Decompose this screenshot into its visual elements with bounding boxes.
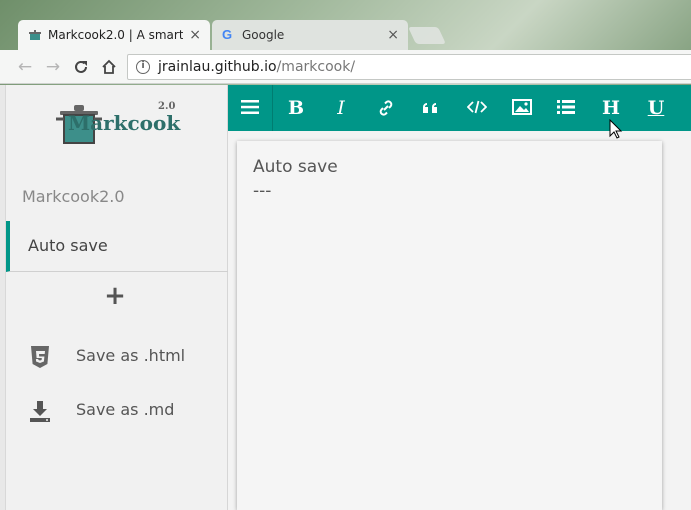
bold-button[interactable]: B bbox=[274, 85, 318, 131]
home-icon[interactable] bbox=[98, 56, 120, 78]
html5-icon bbox=[31, 346, 49, 368]
save-md-button[interactable]: Save as .md bbox=[28, 395, 228, 425]
list-button[interactable] bbox=[544, 85, 588, 131]
toolbar-separator bbox=[272, 85, 273, 131]
italic-button[interactable]: I bbox=[319, 85, 363, 131]
list-icon bbox=[557, 100, 575, 114]
url-path: /markcook/ bbox=[276, 59, 356, 75]
tab-google[interactable]: G Google × bbox=[212, 20, 408, 50]
address-bar-input[interactable]: i jrainlau.github.io/markcook/ bbox=[127, 54, 691, 80]
pot-favicon-icon bbox=[29, 30, 41, 40]
browser-toolbar: ← → i jrainlau.github.io/markcook/ bbox=[0, 50, 691, 84]
underline-button[interactable]: U bbox=[634, 85, 678, 131]
document-item-auto-save[interactable]: Auto save bbox=[6, 221, 228, 272]
save-md-label: Save as .md bbox=[76, 400, 175, 419]
quote-icon bbox=[423, 103, 437, 113]
brand-name: Markcook2.0 bbox=[22, 187, 125, 206]
code-icon bbox=[467, 100, 487, 114]
reload-icon[interactable] bbox=[70, 56, 92, 78]
save-html-button[interactable]: Save as .html bbox=[28, 341, 228, 371]
link-icon bbox=[379, 100, 393, 116]
close-icon[interactable]: × bbox=[387, 20, 399, 50]
logo-text: Markcook bbox=[68, 111, 181, 135]
download-icon bbox=[30, 401, 50, 422]
editor-line-title: Auto save bbox=[253, 157, 338, 177]
hamburger-icon bbox=[241, 100, 259, 114]
editor-line-rule: --- bbox=[253, 181, 272, 201]
back-arrow-icon[interactable]: ← bbox=[14, 56, 36, 78]
tab-title: Google bbox=[242, 28, 285, 42]
markcook-logo: Markcook 2.0 bbox=[54, 101, 184, 151]
add-document-button[interactable]: + bbox=[104, 283, 126, 309]
new-tab-button[interactable] bbox=[408, 27, 446, 44]
logo-version: 2.0 bbox=[158, 101, 176, 112]
google-favicon-icon: G bbox=[222, 27, 233, 42]
link-button[interactable] bbox=[364, 85, 408, 131]
markcook-app: Markcook 2.0 Markcook2.0 Auto save + Sav… bbox=[0, 85, 691, 510]
tab-title: Markcook2.0 | A smart bbox=[48, 28, 183, 42]
code-button[interactable] bbox=[454, 85, 498, 131]
quote-button[interactable] bbox=[409, 85, 453, 131]
image-icon bbox=[512, 99, 532, 115]
mouse-cursor-icon bbox=[609, 119, 623, 139]
menu-icon[interactable] bbox=[228, 85, 272, 131]
browser-tab-strip: Markcook2.0 | A smart × G Google × bbox=[0, 0, 691, 50]
forward-arrow-icon[interactable]: → bbox=[42, 56, 64, 78]
info-icon[interactable]: i bbox=[136, 60, 150, 74]
markdown-editor[interactable]: Auto save --- bbox=[237, 141, 662, 510]
image-button[interactable] bbox=[499, 85, 543, 131]
url-host: jrainlau.github.io bbox=[158, 59, 277, 75]
save-html-label: Save as .html bbox=[76, 346, 186, 365]
tab-markcook[interactable]: Markcook2.0 | A smart × bbox=[18, 20, 210, 50]
sidebar: Markcook 2.0 Markcook2.0 Auto save + Sav… bbox=[6, 85, 228, 510]
close-icon[interactable]: × bbox=[189, 20, 201, 50]
preview-pane bbox=[670, 141, 691, 510]
